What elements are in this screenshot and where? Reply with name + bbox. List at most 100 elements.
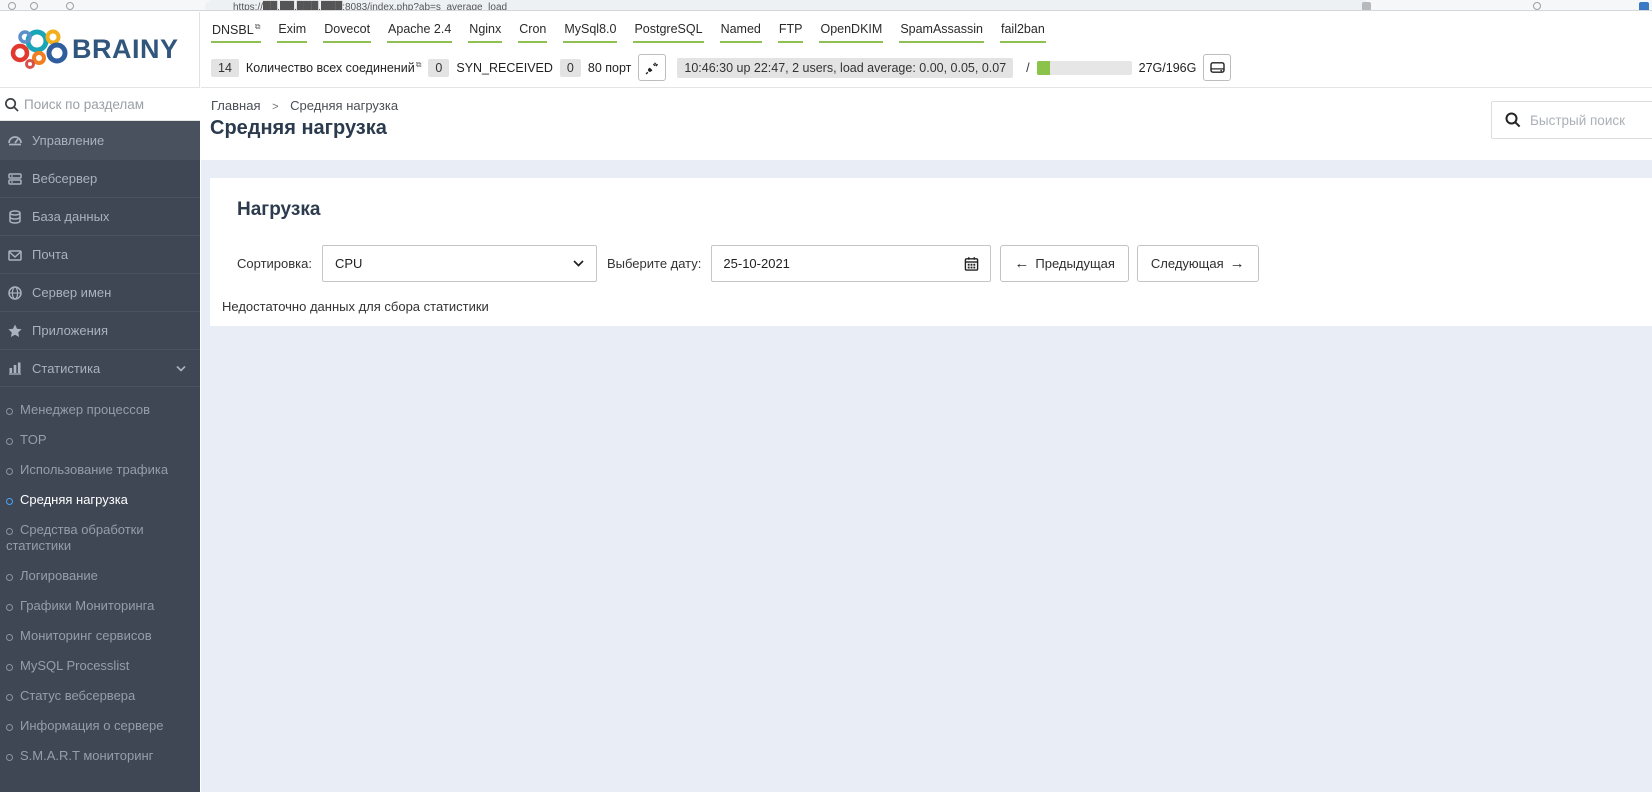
sidebar-item-webserver[interactable]: Вебсервер [0, 159, 200, 197]
sidebar-item-management[interactable]: Управление [0, 121, 200, 159]
url-text: https://██.██.███.███:8083/index.php?ab=… [233, 2, 508, 11]
service-link-cron[interactable]: Cron [518, 22, 548, 44]
submenu-item-label: Средства обработки статистики [6, 522, 144, 553]
submenu-item-label: TOP [20, 432, 47, 447]
submenu-item-average-load[interactable]: Средняя нагрузка [6, 485, 194, 515]
submenu-item-logging[interactable]: Логирование [6, 561, 194, 591]
plug-icon [645, 61, 659, 74]
sidebar-item-mail[interactable]: Почта [0, 235, 200, 273]
disk-progress-fill [1036, 60, 1050, 75]
date-picker [711, 245, 992, 282]
submenu-item-traffic-usage[interactable]: Использование трафика [6, 455, 194, 485]
sidebar-item-apps[interactable]: Приложения [0, 311, 200, 349]
sidebar-item-label: Управление [32, 132, 105, 148]
date-input[interactable] [723, 256, 924, 271]
sidebar-search-input[interactable] [24, 96, 184, 112]
app-logo[interactable]: BRAINY [0, 12, 200, 88]
bullet-icon [6, 724, 13, 731]
profile-icon[interactable] [1533, 2, 1541, 10]
submenu-item-label: Логирование [20, 568, 98, 583]
mail-icon [8, 249, 22, 261]
uptime-text: 10:46:30 up 22:47, 2 users, load average… [677, 57, 1014, 78]
submenu-item-process-manager[interactable]: Менеджер процессов [6, 395, 194, 425]
submenu-item-monitoring-graphs[interactable]: Графики Мониторинга [6, 591, 194, 621]
quick-search-box [1491, 101, 1652, 139]
sidebar-item-database[interactable]: База данных [0, 197, 200, 235]
bullet-icon [6, 574, 13, 581]
service-link-postgresql[interactable]: PostgreSQL [633, 22, 704, 44]
submenu-item-webserver-status[interactable]: Статус вебсервера [6, 681, 194, 711]
service-link-apache[interactable]: Apache 2.4 [387, 22, 453, 44]
server-icon [8, 172, 22, 185]
browser-back-icon[interactable] [8, 2, 16, 10]
service-link-dovecot[interactable]: Dovecot [323, 22, 372, 44]
connections-label[interactable]: Количество всех соединений⧉ [246, 60, 422, 75]
page-title: Средняя нагрузка [210, 117, 387, 139]
service-link-dnsbl[interactable]: DNSBL⧉ [211, 22, 262, 44]
sidebar-item-label: Почта [32, 247, 69, 262]
main-content: Нагрузка Сортировка: CPU Выберите дату: [201, 160, 1652, 792]
service-link-fail2ban[interactable]: fail2ban [1000, 22, 1046, 44]
browser-app-icon[interactable] [1639, 2, 1649, 10]
external-link-icon: ⧉ [415, 59, 422, 69]
submenu-item-services-monitoring[interactable]: Мониторинг сервисов [6, 621, 194, 651]
gauge-icon [8, 136, 22, 146]
service-link-exim[interactable]: Exim [277, 22, 308, 44]
port-label: 80 порт [587, 60, 632, 75]
statistics-submenu: Менеджер процессов TOP Использование тра… [0, 387, 200, 771]
service-link-mysql[interactable]: MySql8.0 [563, 22, 618, 44]
disk-usage-text: 27G/196G [1138, 60, 1197, 75]
service-link-opendkim[interactable]: OpenDKIM [819, 22, 884, 44]
hard-drive-icon [1210, 62, 1225, 73]
external-link-icon: ⧉ [254, 22, 261, 31]
filter-form: Сортировка: CPU Выберите дату: 25-10-202… [237, 245, 1640, 282]
topbar: DNSBL⧉ Exim Dovecot Apache 2.4 Nginx Cro… [201, 12, 1652, 88]
date-label: Выберите дату: [606, 256, 702, 271]
empty-data-message: Недостаточно данных для сбора статистики [222, 299, 489, 314]
page-header: Главная > Средняя нагрузка Средняя нагру… [201, 89, 1652, 160]
disk-info-button[interactable] [1203, 54, 1232, 81]
sidebar-nav: Управление Вебсервер База данных Почта С… [0, 121, 200, 792]
submenu-item-stats-tools[interactable]: Средства обработки статистики [6, 515, 194, 561]
bullet-icon [6, 634, 13, 641]
breadcrumb-current: Средняя нагрузка [290, 98, 399, 113]
submenu-item-label: Статус вебсервера [20, 688, 136, 703]
extensions-puzzle-icon[interactable] [1362, 2, 1371, 10]
connections-plug-button[interactable] [638, 54, 667, 81]
address-bar[interactable]: https://██.██.███.███:8083/index.php?ab=… [205, 0, 1370, 11]
service-link-named[interactable]: Named [719, 22, 762, 44]
disk-progress [1036, 60, 1132, 75]
service-link-nginx[interactable]: Nginx [468, 22, 503, 44]
service-link-ftp[interactable]: FTP [777, 22, 804, 44]
syn-count-badge: 0 [428, 58, 450, 77]
calendar-icon[interactable] [964, 256, 979, 271]
submenu-item-label: Информация о сервере [20, 718, 164, 733]
bullet-icon [6, 408, 13, 415]
submenu-item-mysql-processlist[interactable]: MySQL Processlist [6, 651, 194, 681]
bullet-icon [6, 694, 13, 701]
submenu-item-label: Менеджер процессов [20, 402, 150, 417]
submenu-item-label: Средняя нагрузка [20, 492, 128, 507]
arrow-left-icon: ← [1014, 255, 1030, 272]
search-icon [1505, 112, 1521, 128]
bullet-icon [6, 604, 13, 611]
service-link-spamassassin[interactable]: SpamAssassin [899, 22, 984, 44]
browser-home-icon[interactable] [66, 2, 74, 10]
submenu-item-server-info[interactable]: Информация о сервере [6, 711, 194, 741]
submenu-item-smart-monitoring[interactable]: S.M.A.R.T мониторинг [6, 741, 194, 771]
sort-select[interactable]: CPU [321, 245, 597, 282]
bullet-icon [6, 498, 13, 505]
chevron-down-icon [573, 260, 584, 267]
sort-label: Сортировка: [237, 256, 312, 271]
bullet-icon [6, 468, 13, 475]
next-button[interactable]: Следующая → [1136, 245, 1259, 282]
submenu-item-top[interactable]: TOP [6, 425, 194, 455]
service-links: DNSBL⧉ Exim Dovecot Apache 2.4 Nginx Cro… [211, 22, 1046, 44]
sidebar-item-dns[interactable]: Сервер имен [0, 273, 200, 311]
breadcrumb-home[interactable]: Главная [211, 98, 260, 113]
sidebar-item-statistics[interactable]: Статистика [0, 349, 200, 387]
previous-button[interactable]: ← Предыдущая [1000, 245, 1129, 282]
previous-button-label: Предыдущая [1035, 256, 1115, 271]
quick-search-input[interactable] [1530, 112, 1650, 128]
browser-reload-icon[interactable] [30, 2, 38, 10]
